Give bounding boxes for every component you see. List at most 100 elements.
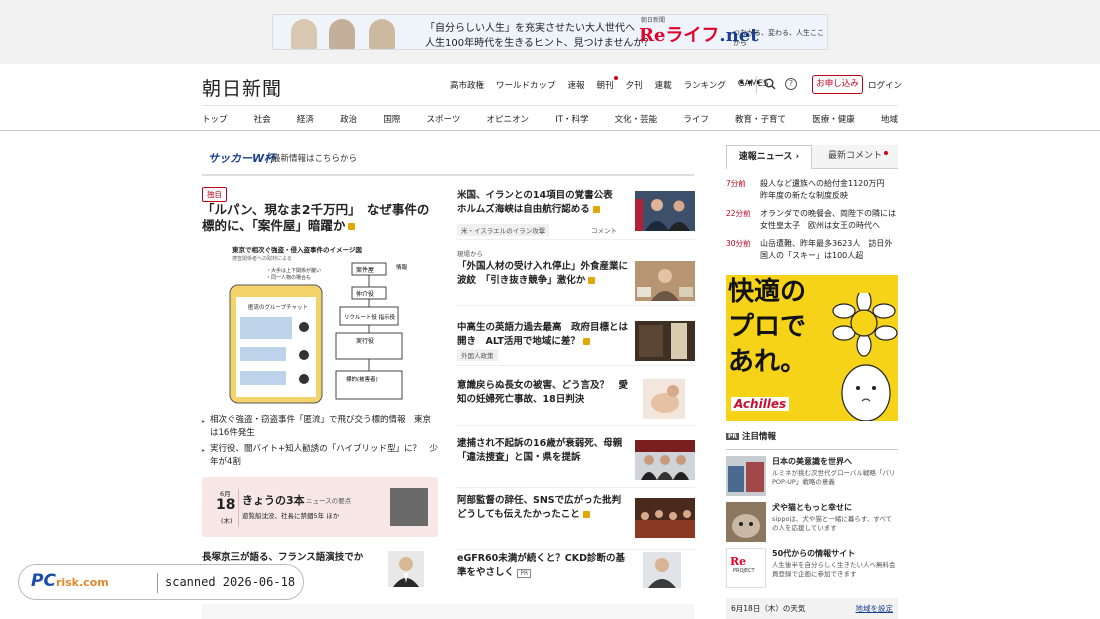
nav-link[interactable]: ランキング <box>684 79 726 91</box>
promo-sub: sippoは、犬や猫と一緒に暮らす、すべての人を応援しています <box>772 515 893 532</box>
category-tab[interactable]: 地域 <box>881 113 898 125</box>
diagram-role: 標的(被害者) <box>346 375 378 383</box>
news-photo <box>635 440 695 480</box>
news-item[interactable]: 阿部監督の辞任、SNSで広がった批判 どうしても伝えたかったこと <box>455 490 695 550</box>
diagram-note: ・同一人物の場合も <box>266 274 311 281</box>
achilles-ad[interactable]: 快適の プロで あれ。 Achilles <box>726 275 898 421</box>
weather-bar: 6月18日（木）の天気 地域を設定 <box>726 598 898 619</box>
flash-text: オランダでの晩餐会、両陛下の隣には女性皇太子 欧州は女王の時代へ <box>760 209 896 230</box>
promo-sub: 人生後半を自分らしく生きたい人へ無料会員登録で企画に参加できます <box>772 561 896 578</box>
watermark-logo: PCrisk.com <box>31 571 109 591</box>
news-item[interactable]: 意識戻らぬ長女の被害、どう言及？ 愛知の妊婦死亡事故、18日判決 <box>455 368 695 426</box>
diagram-role: リクルート役 指示役 <box>344 313 396 321</box>
category-tab[interactable]: 政治 <box>340 113 357 125</box>
lock-icon <box>582 511 590 518</box>
related-link[interactable]: 相次ぐ強盗・窃盗事件「匿流」で飛び交う標的情報 東京は16件発生 <box>202 414 438 440</box>
promo-image: Re PROJECT <box>726 548 766 588</box>
category-tab[interactable]: 経済 <box>297 113 314 125</box>
flash-item[interactable]: 22分前 オランダでの晩餐会、両陛下の隣には女性皇太子 欧州は女王の時代へ <box>726 208 898 238</box>
site-header: 朝日新聞 高市政権 ワールドカップ 速報 朝刊 夕刊 連載 ランキング GAME… <box>0 64 1100 131</box>
ad-copy: 快適の プロで あれ。 <box>728 277 807 377</box>
flash-item[interactable]: 30分前 山岳遭難、昨年最多3623人 訪日外国人の「スキー」は100人超 <box>726 238 898 268</box>
promo-sub: ルミネが挑む次世代グローバル戦略「パリPOP-UP」戦略の意義 <box>772 469 896 486</box>
more-menu-icon[interactable]: ••• <box>738 76 762 90</box>
category-tab[interactable]: オピニオン <box>487 113 530 125</box>
today-tag: ニュースの要点 <box>306 497 352 505</box>
category-tab[interactable]: ライフ <box>683 113 709 125</box>
news-prefix: 現場から <box>457 250 483 258</box>
diagram-subtitle: 捜査関係者への取材による <box>232 255 292 262</box>
promo-image <box>726 502 766 542</box>
news-tag[interactable]: 米・イスラエルのイラン攻撃 <box>457 224 550 236</box>
next-section-strip <box>202 604 694 619</box>
news-item[interactable]: eGFR60未満が続くと？CKD診断の基準をやさしく PR <box>455 552 695 602</box>
promo-item[interactable]: 日本の美意識を世界へ ルミネが挑む次世代グローバル戦略「パリPOP-UP」戦略の… <box>726 456 898 498</box>
comment-link[interactable]: コメント <box>591 225 617 235</box>
help-icon[interactable]: ? <box>785 78 797 90</box>
news-item[interactable]: 現場から 「外国人材の受け入れ停止」外食産業に波紋 「引き抜き競争」激化か 外国… <box>455 242 695 361</box>
search-icon[interactable] <box>764 78 776 90</box>
news-photo <box>635 191 695 231</box>
category-tab[interactable]: 教育・子育て <box>735 113 786 125</box>
tab-flash-news[interactable]: 速報ニュース › <box>726 145 812 169</box>
ad-brand: Achilles <box>731 397 790 411</box>
today-title: きょうの3本 <box>242 494 305 507</box>
new-indicator <box>884 151 888 155</box>
worldcup-label: サッカーW杯 <box>208 152 276 165</box>
divider <box>756 76 757 94</box>
category-tab[interactable]: スポーツ <box>427 113 461 125</box>
news-photo <box>635 321 695 361</box>
watermark-scanned: scanned 2026-06-18 <box>165 575 296 589</box>
login-link[interactable]: ログイン <box>868 79 902 91</box>
banner-brand-small: 朝日新聞 <box>641 17 666 24</box>
category-tab[interactable]: 社会 <box>254 113 271 125</box>
nav-link[interactable]: 高市政権 <box>450 79 484 91</box>
banner-line-2: 人生100年時代を生きるヒント、見つけませんか？ <box>425 38 654 49</box>
today-sub: 遊覧船沈没、社長に禁錮5年 ほか <box>242 512 340 520</box>
category-tab[interactable]: IT・科学 <box>555 113 588 125</box>
promo-image <box>726 456 766 496</box>
promo-item[interactable]: Re PROJECT 50代からの情報サイト 人生後半を自分らしく生きたい人へ無… <box>726 548 898 590</box>
nav-link[interactable]: ワールドカップ <box>496 79 556 91</box>
diagram-chat-title: 匿流のグループチャット <box>248 303 308 311</box>
nav-link[interactable]: 朝刊 <box>597 76 618 91</box>
weather-set-region-link[interactable]: 地域を設定 <box>856 603 894 614</box>
worldcup-banner[interactable]: サッカーW杯 最新情報はこちらから <box>202 146 694 176</box>
lead-headline[interactable]: 「ルパン、現なま2千万円」 なぜ事件の標的に、「案件屋」暗躍か <box>202 202 438 234</box>
news-item[interactable]: 逮捕され不起訴の16歳が衰弱死、母親「違法捜査」と国・県を提訴 <box>455 428 695 488</box>
promo-item[interactable]: 犬や猫ともっと幸せに sippoは、犬や猫と一緒に暮らす、すべての人を応援してい… <box>726 502 898 544</box>
flash-text: 殺人など遺族への給付金1120万円 昨年度の新たな制度反映 <box>760 179 893 200</box>
news-photo <box>635 498 695 538</box>
diagram-role: 実行役 <box>356 337 374 345</box>
category-tab[interactable]: トップ <box>202 113 228 125</box>
flash-news-list: 7分前 殺人など遺族への給付金1120万円 昨年度の新たな制度反映 22分前 オ… <box>726 178 898 268</box>
flash-item[interactable]: 7分前 殺人など遺族への給付金1120万円 昨年度の新たな制度反映 <box>726 178 898 208</box>
lock-icon <box>348 223 356 230</box>
news-item[interactable]: 米国、イランとの14項目の覚書公表 ホルムズ海峡は自由航行認める 米・イスラエル… <box>455 185 695 240</box>
ad-banner-relife[interactable]: 「自分らしい人生」を充実させたい大人世代へ 人生100年時代を生きるヒント、見つ… <box>272 14 828 50</box>
today-weekday: (木) <box>221 517 233 525</box>
today-three-box[interactable]: 6月 18 (木) きょうの3本 ニュースの要点 遊覧船沈没、社長に禁錮5年 ほ… <box>202 477 438 537</box>
subscribe-button[interactable]: お申し込み <box>812 75 863 94</box>
nav-link[interactable]: 夕刊 <box>626 79 643 91</box>
lock-icon <box>582 338 590 345</box>
tab-latest-comments[interactable]: 最新コメント <box>812 145 898 169</box>
bottom-left-headline[interactable]: 長塚京三が語る、フランス語演技でか <box>202 551 378 565</box>
site-logo[interactable]: 朝日新聞 <box>202 74 282 101</box>
divider <box>157 573 158 593</box>
flash-text: 山岳遭難、昨年最多3623人 訪日外国人の「スキー」は100人超 <box>760 239 893 260</box>
nav-link[interactable]: 速報 <box>568 79 585 91</box>
lock-icon <box>592 206 600 213</box>
flash-time: 22分前 <box>726 209 751 218</box>
category-tab[interactable]: 文化・芸能 <box>615 113 658 125</box>
weather-date: 6月18日（木）の天気 <box>731 604 806 613</box>
related-link[interactable]: 実行役、闇バイト+知人勧誘の「ハイブリッド型」に？ 少年が4割 <box>202 443 438 469</box>
divider <box>238 489 239 527</box>
category-tab[interactable]: 医療・健康 <box>812 113 855 125</box>
nav-link[interactable]: 連載 <box>655 79 672 91</box>
banner-tagline: つながる、変わる、人生ここから <box>733 29 824 47</box>
exclusive-badge: 独自 <box>202 187 227 202</box>
crime-structure-diagram[interactable]: 東京で相次ぐ強盗・侵入盗事件のイメージ図 捜査関係者への取材による ・大手は上下… <box>228 243 412 405</box>
category-tab[interactable]: 国際 <box>383 113 400 125</box>
news-item[interactable]: 中高生の英語力過去最高 政府目標とは開き ALT活用で地域に差？ <box>455 308 695 366</box>
